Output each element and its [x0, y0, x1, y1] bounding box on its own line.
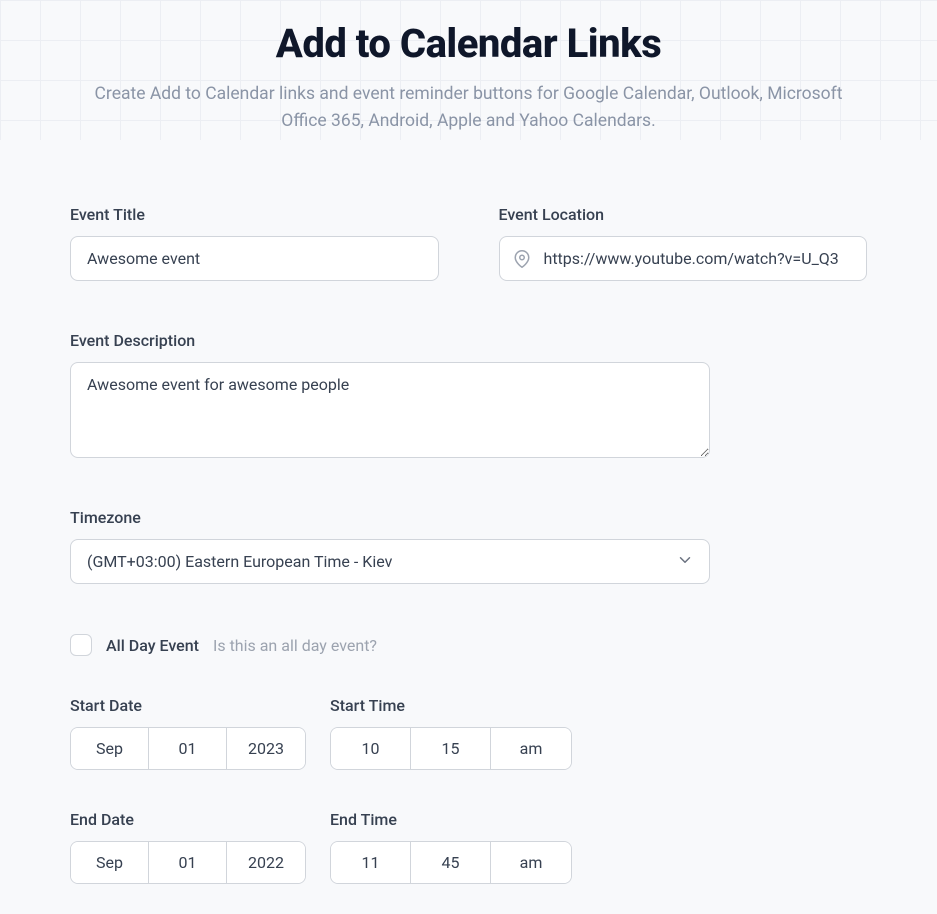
all-day-row: All Day Event Is this an all day event? — [70, 634, 867, 656]
end-date-day[interactable]: 01 — [149, 842, 227, 883]
start-time-hour[interactable]: 10 — [331, 728, 411, 769]
end-date-month[interactable]: Sep — [71, 842, 149, 883]
start-date-label: Start Date — [70, 696, 306, 715]
event-form: Event Title Event Location Event Descrip… — [0, 165, 937, 914]
end-date-group: End Date Sep 01 2022 — [70, 810, 306, 884]
event-description-input[interactable] — [70, 362, 710, 458]
all-day-hint: Is this an all day event? — [213, 636, 377, 655]
page-title: Add to Calendar Links — [0, 20, 937, 67]
all-day-checkbox[interactable] — [70, 634, 92, 656]
start-time-ampm[interactable]: am — [491, 728, 571, 769]
end-time-ampm[interactable]: am — [491, 842, 571, 883]
location-pin-icon — [513, 250, 531, 268]
page-header: Add to Calendar Links Create Add to Cale… — [0, 0, 937, 165]
end-time-group: End Time 11 45 am — [330, 810, 572, 884]
timezone-group: Timezone (GMT+03:00) Eastern European Ti… — [70, 508, 867, 584]
event-description-group: Event Description — [70, 331, 867, 458]
all-day-label: All Day Event — [106, 636, 199, 655]
event-location-group: Event Location — [499, 205, 868, 281]
start-date-group: Start Date Sep 01 2023 — [70, 696, 306, 770]
event-title-group: Event Title — [70, 205, 439, 281]
end-time-minute[interactable]: 45 — [411, 842, 491, 883]
start-time-label: Start Time — [330, 696, 572, 715]
event-title-label: Event Title — [70, 205, 439, 224]
event-title-input[interactable] — [70, 236, 439, 281]
start-time-minute[interactable]: 15 — [411, 728, 491, 769]
start-date-year[interactable]: 2023 — [227, 728, 305, 769]
start-date-month[interactable]: Sep — [71, 728, 149, 769]
end-time-label: End Time — [330, 810, 572, 829]
end-date-year[interactable]: 2022 — [227, 842, 305, 883]
event-description-label: Event Description — [70, 331, 867, 350]
page-subtitle: Create Add to Calendar links and event r… — [49, 81, 889, 135]
event-location-label: Event Location — [499, 205, 868, 224]
end-date-label: End Date — [70, 810, 306, 829]
event-location-input[interactable] — [499, 236, 868, 281]
timezone-select[interactable]: (GMT+03:00) Eastern European Time - Kiev — [70, 539, 710, 584]
end-time-hour[interactable]: 11 — [331, 842, 411, 883]
timezone-label: Timezone — [70, 508, 867, 527]
start-date-day[interactable]: 01 — [149, 728, 227, 769]
start-time-group: Start Time 10 15 am — [330, 696, 572, 770]
